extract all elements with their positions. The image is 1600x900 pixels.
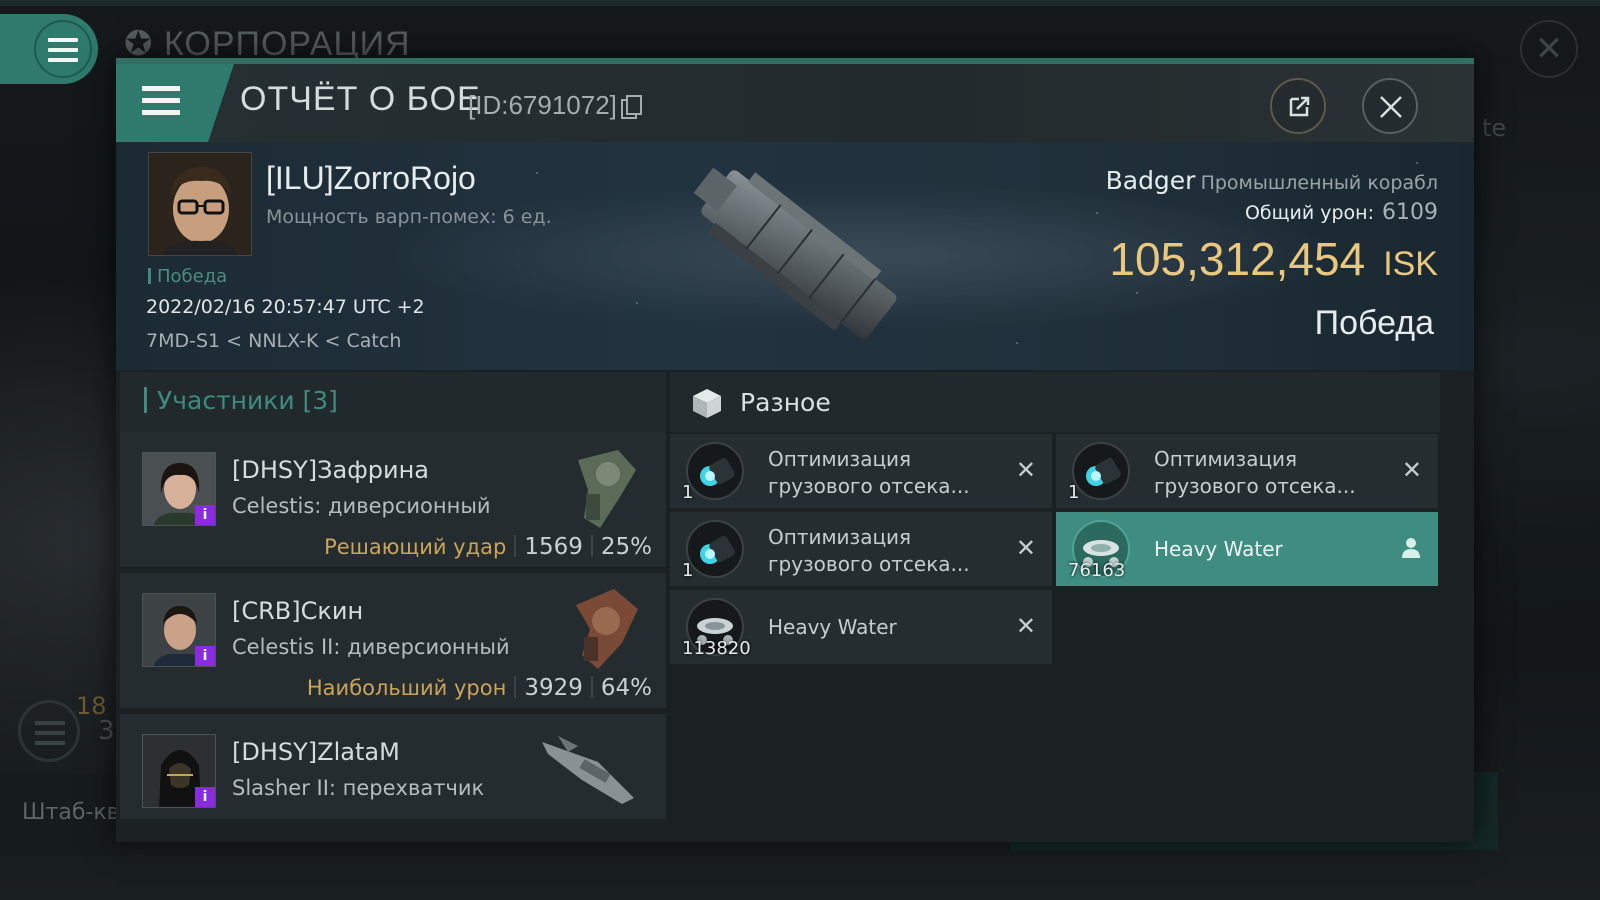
victim-outcome: Победа <box>1314 304 1434 342</box>
victim-ship-info: Badger Промышленный корабл <box>1106 166 1438 195</box>
page-title: ОТЧЁТ О БОЕ <box>240 80 481 118</box>
person-icon <box>1402 538 1420 558</box>
participant-ship-image <box>578 450 636 528</box>
participant-avatar[interactable]: i <box>142 734 216 808</box>
background-top-bar <box>0 0 1600 6</box>
participants-list: Участники [3] i [DHSY]Зафрина Celestis: … <box>120 372 666 842</box>
participant-name: [CRB]Скин <box>232 597 364 625</box>
item-entry[interactable]: 1 Оптимизация грузового отсека... ✕ <box>670 512 1052 586</box>
item-name: Heavy Water <box>1154 537 1283 561</box>
background-station-label: Штаб-ква <box>0 774 133 856</box>
cargo-rig-icon <box>686 442 744 500</box>
item-name: Оптимизация грузового отсека... <box>768 447 970 498</box>
copy-icon[interactable] <box>620 95 642 119</box>
participant-row[interactable]: i [DHSY]ZlataM Slasher II: перехватчик <box>120 714 666 822</box>
victim-total-damage: Общий урон: 6109 <box>1244 200 1438 225</box>
close-button[interactable] <box>1362 78 1418 134</box>
participant-ship: Celestis: диверсионный <box>232 494 491 518</box>
victim-name[interactable]: [ILU]ZorroRojo <box>266 160 476 197</box>
participant-stats: Наибольший урон 3929 64% <box>307 675 652 701</box>
victim-summary: [ILU]ZorroRojo Мощность варп-помех: 6 ед… <box>116 142 1474 370</box>
hamburger-icon <box>35 721 65 751</box>
participant-damage: 1569 <box>524 534 583 560</box>
victim-isk-value: 105,312,454 ISK <box>1109 233 1438 285</box>
background-menu-button[interactable] <box>18 700 80 762</box>
participant-avatar[interactable]: i <box>142 593 216 667</box>
report-id[interactable]: [ID:6791072] <box>468 90 642 121</box>
item-quantity: 76163 <box>1068 560 1126 581</box>
item-quantity: 1 <box>1068 482 1080 503</box>
item-name: Оптимизация грузового отсека... <box>768 525 970 576</box>
combat-report-panel: ОТЧЁТ О БОЕ [ID:6791072] [ILU]ZorroRojo … <box>116 58 1474 842</box>
item-entry[interactable]: 1 Оптимизация грузового отсека... ✕ <box>670 434 1052 508</box>
victim-result-label: Победа <box>148 266 227 287</box>
item-entry[interactable]: 113820 Heavy Water ✕ <box>670 590 1052 664</box>
items-header: Разное <box>670 372 1440 432</box>
participant-avatar[interactable]: i <box>142 452 216 526</box>
main-menu-button[interactable] <box>0 14 98 84</box>
cargo-rig-icon <box>686 520 744 578</box>
top-damage-tag: Наибольший урон <box>306 676 507 700</box>
item-entry[interactable]: 1 Оптимизация грузового отсека... ✕ <box>1056 434 1438 508</box>
victim-ship-image[interactable] <box>672 146 922 368</box>
items-panel: Разное 1 Оптимизация грузового отсека...… <box>670 372 1440 842</box>
item-quantity: 1 <box>682 482 694 503</box>
final-blow-tag: Решающий удар <box>324 535 507 559</box>
info-badge-icon: i <box>195 646 215 666</box>
participant-damage-percent: 25% <box>600 534 652 560</box>
background-side-text: te <box>1482 114 1507 142</box>
participant-damage-percent: 64% <box>600 675 652 701</box>
background-close-button[interactable]: ✕ <box>1520 20 1578 78</box>
participant-ship-image <box>542 736 634 804</box>
participant-name: [DHSY]Зафрина <box>232 456 429 484</box>
item-name: Heavy Water <box>768 615 897 639</box>
participant-ship-image <box>576 589 638 669</box>
panel-header: ОТЧЁТ О БОЕ [ID:6791072] <box>116 64 1474 142</box>
share-button[interactable] <box>1270 78 1326 134</box>
victim-location[interactable]: 7MD-S1 < NNLX-K < Catch <box>146 330 401 352</box>
item-name: Оптимизация грузового отсека... <box>1154 447 1356 498</box>
destroyed-icon: ✕ <box>1015 534 1036 562</box>
victim-ship-class: Промышленный корабл <box>1200 172 1438 194</box>
info-badge-icon: i <box>195 787 215 807</box>
victim-avatar[interactable] <box>148 152 252 256</box>
item-quantity: 113820 <box>682 638 751 659</box>
share-icon <box>1289 96 1310 117</box>
destroyed-icon: ✕ <box>1015 456 1036 484</box>
participant-row[interactable]: i [CRB]Скин Celestis II: диверсионный На… <box>120 573 666 711</box>
close-icon <box>1380 96 1402 118</box>
item-quantity: 1 <box>682 560 694 581</box>
participant-name: [DHSY]ZlataM <box>232 738 400 766</box>
participant-ship: Slasher II: перехватчик <box>232 776 485 800</box>
participant-row[interactable]: i [DHSY]Зафрина Celestis: диверсионный Р… <box>120 432 666 570</box>
panel-menu-button[interactable] <box>116 64 234 142</box>
participant-damage: 3929 <box>524 675 583 701</box>
cargo-rig-icon <box>1072 442 1130 500</box>
hamburger-icon <box>48 38 78 68</box>
info-badge-icon: i <box>195 505 215 525</box>
cargo-box-icon <box>693 389 721 418</box>
victim-datetime: 2022/02/16 20:57:47 UTC +2 <box>146 296 425 318</box>
participant-stats: Решающий удар 1569 25% <box>324 534 652 560</box>
participant-ship: Celestis II: диверсионный <box>232 635 510 659</box>
item-entry[interactable]: 76163 Heavy Water <box>1056 512 1438 586</box>
background-counter-secondary: 3 <box>98 716 115 746</box>
victim-warp-strength: Мощность варп-помех: 6 ед. <box>266 206 552 228</box>
victim-ship-name[interactable]: Badger <box>1106 166 1196 195</box>
hamburger-icon <box>142 86 180 122</box>
participants-header[interactable]: Участники [3] <box>120 372 666 432</box>
destroyed-icon: ✕ <box>1015 612 1036 640</box>
destroyed-icon: ✕ <box>1401 456 1422 484</box>
